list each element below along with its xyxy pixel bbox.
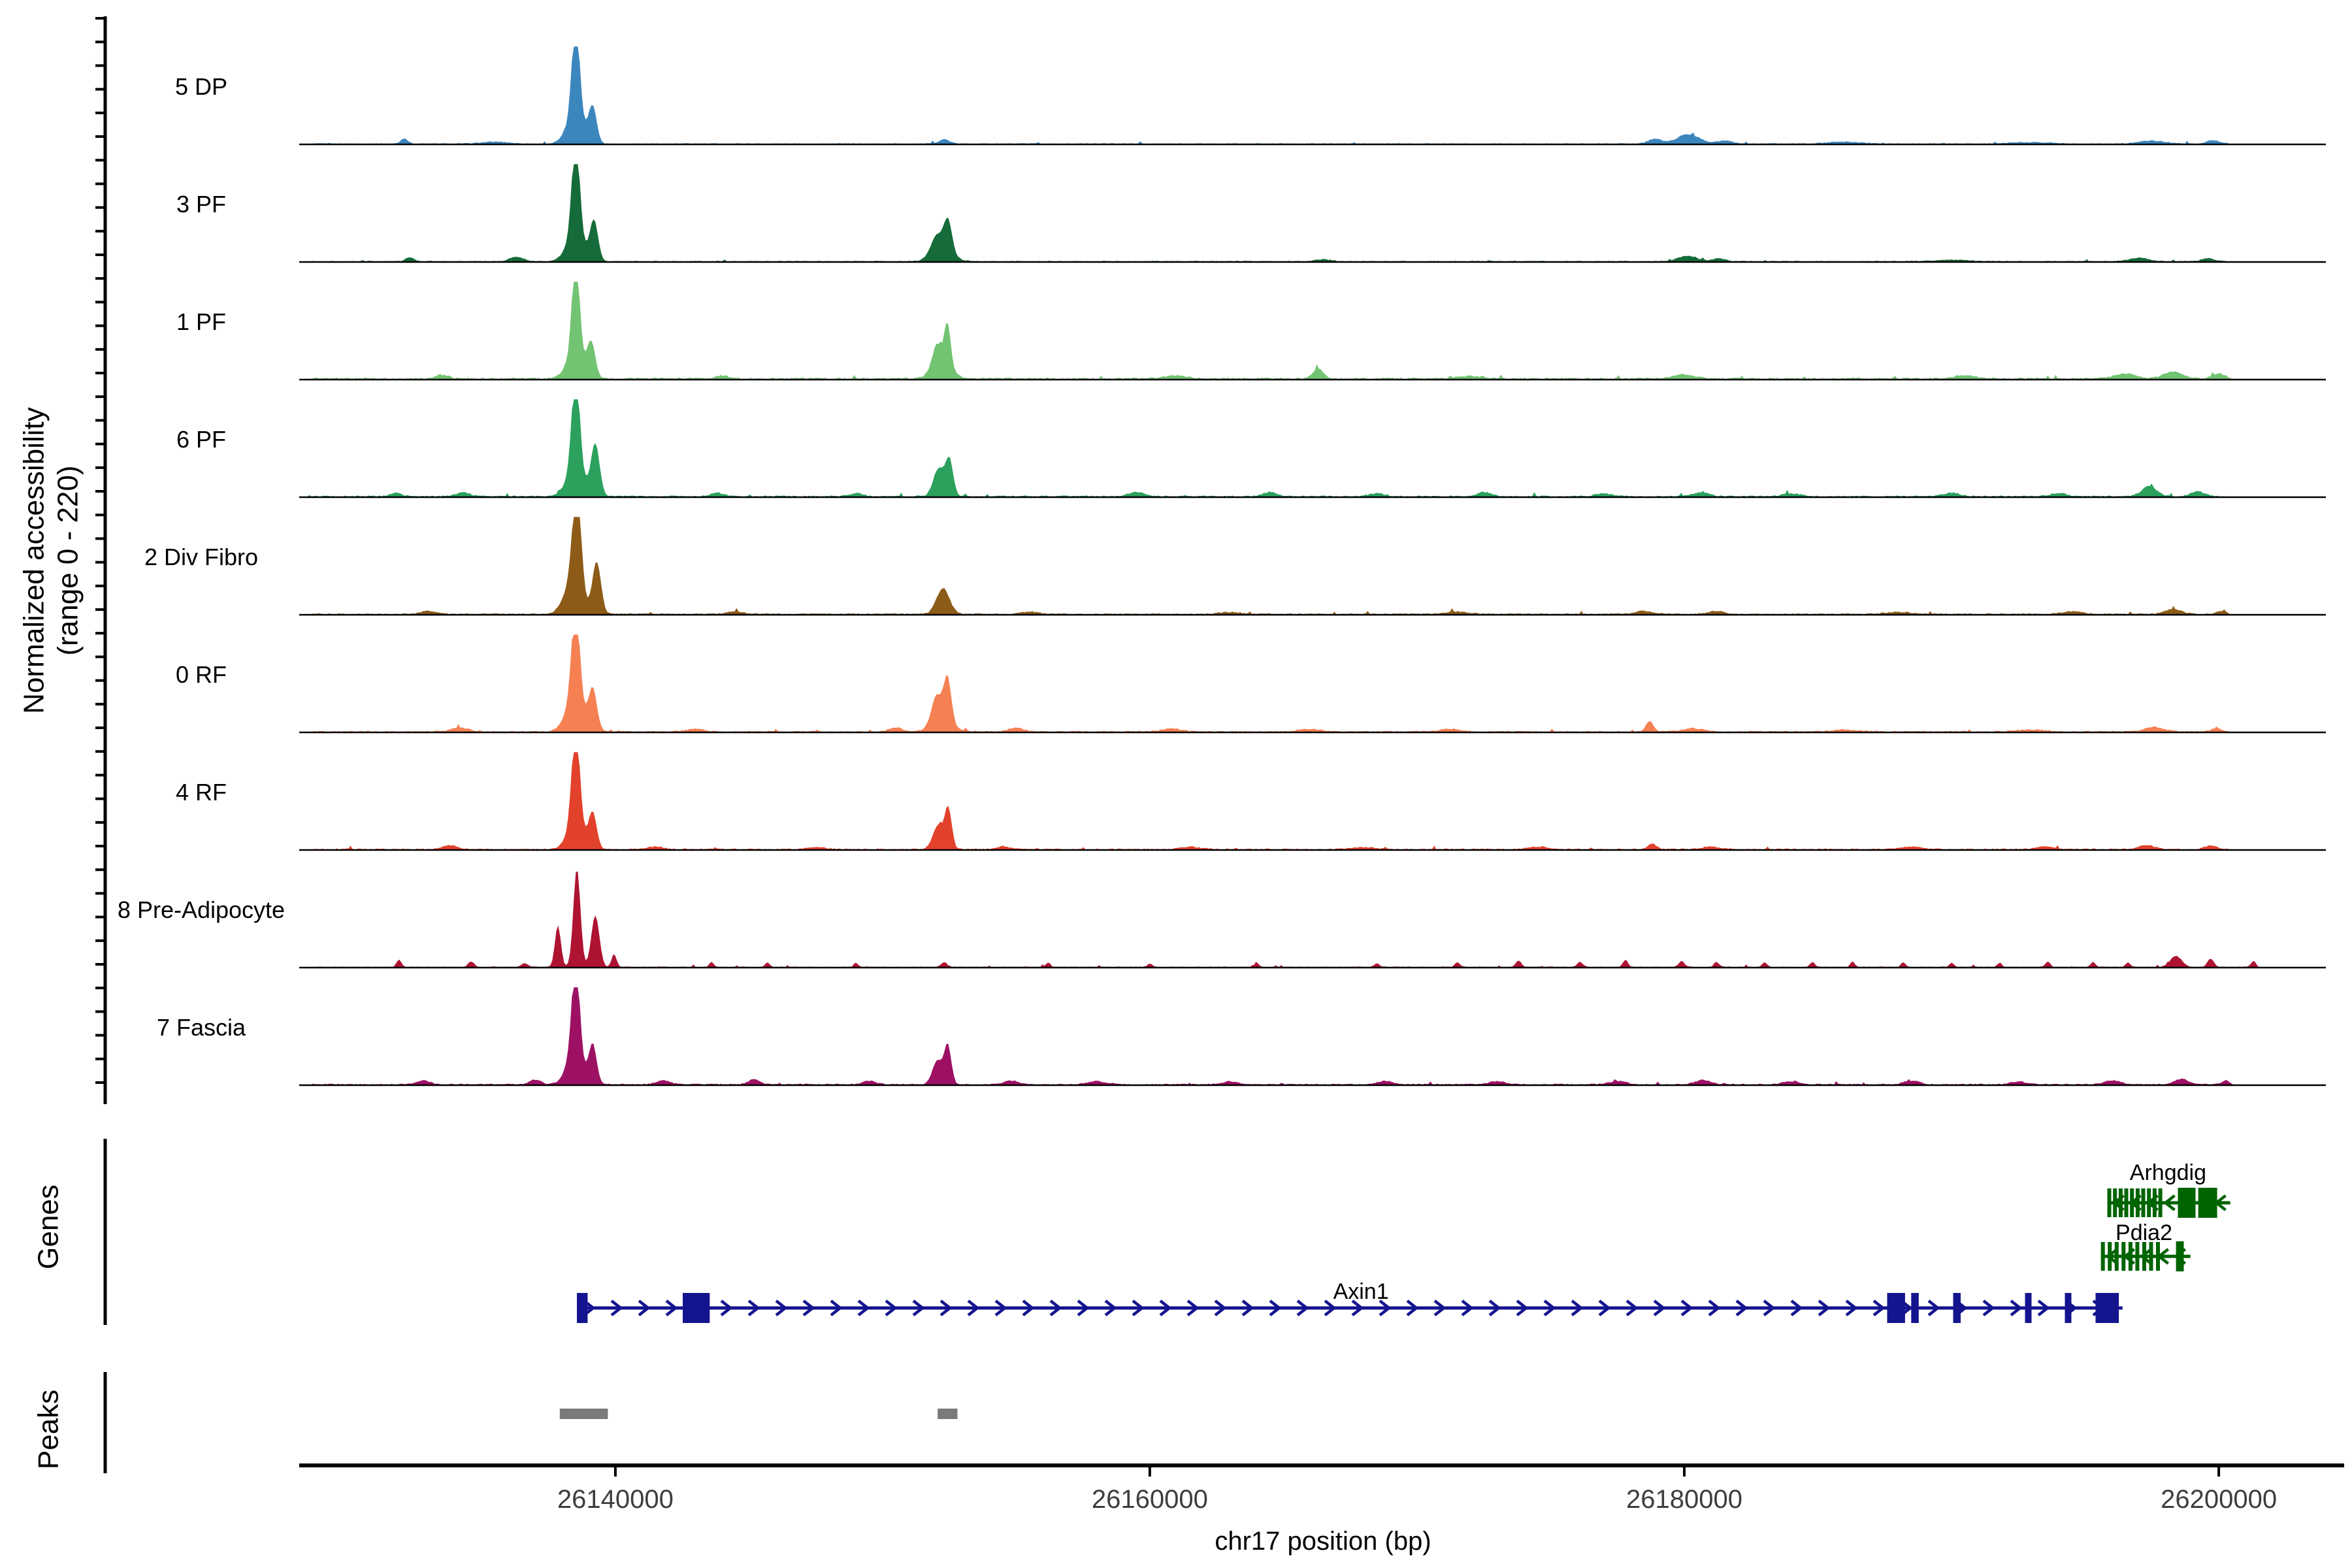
x-axis-tick-label: 26140000 [557,1485,674,1514]
gene-label: Arhgdig [2130,1160,2206,1185]
gene-exon-bar [2156,1242,2160,1271]
y-axis-title-line1: Normalized accessibility [18,407,50,713]
genes-group: Arhgdig Pdia2 Axin1 [577,1160,2230,1323]
peak-region-box [938,1409,958,1419]
genes-section-label: Genes [33,1184,65,1269]
coverage-plot: 5 DP 3 PF 1 PF 6 PF 2 Div Fibro 0 RF 4 RF 8 Pre… [18,16,2344,1556]
gene-exon-box [1887,1293,1905,1323]
gene-exon-bar [2135,1188,2140,1217]
gene-exon-box [2095,1293,2119,1323]
gene-model-axin1: Axin1 [577,1279,2123,1323]
gene-exon-box [2176,1241,2184,1271]
gene-exon-bar [2149,1242,2153,1271]
track-label: 1 PF [176,308,226,335]
gene-exon-bar [2128,1242,2132,1271]
gene-exon-box [2065,1293,2072,1323]
x-axis-group: 26140000 26160000 26180000 26200000 [299,1463,2344,1514]
gene-exon-bar [2113,1188,2117,1217]
tracks-group: 5 DP 3 PF 1 PF 6 PF 2 Div Fibro 0 RF 4 RF 8 Pre… [118,46,2326,1086]
track-label: 2 Div Fibro [144,544,258,570]
track-signal-area [305,517,2235,615]
gene-exon-bar [2124,1188,2129,1217]
gene-model-pdia2: Pdia2 [2100,1220,2191,1271]
gene-exon-bar [2100,1242,2105,1271]
track-label: 5 DP [175,73,227,100]
track-label: 7 Fascia [157,1014,246,1041]
peak-region-box [559,1409,608,1419]
gene-exon-box [683,1293,710,1323]
track-signal-area [305,752,2235,850]
x-axis-tick-label: 26200000 [2161,1485,2277,1514]
x-axis-tick-label: 26160000 [1092,1485,1208,1514]
track-label: 3 PF [176,191,226,218]
track-signal-area [305,871,2264,968]
track-signal-area [305,399,2235,497]
y-axis-group [95,16,107,1473]
gene-exon-bar [2108,1242,2112,1271]
gene-exon-bar [2135,1242,2140,1271]
gene-exon-bar [2107,1188,2112,1217]
track-signal-area [305,282,2235,380]
gene-exon-box [2025,1293,2032,1323]
gene-exon-bar [2147,1188,2151,1217]
track-signal-area [305,164,2235,262]
gene-exon-bar [2152,1188,2157,1217]
gene-exon-bar [2141,1188,2146,1217]
track-label: 4 RF [176,779,227,806]
peaks-group [559,1409,958,1419]
gene-exon-bar [2130,1188,2134,1217]
gene-exon-bar [2114,1242,2119,1271]
gene-exon-box [1911,1293,1919,1323]
gene-exon-bar [2142,1242,2146,1271]
track-signal-area [305,634,2235,732]
y-axis-title-line2: (range 0 - 220) [52,465,84,655]
x-axis-title: chr17 position (bp) [1215,1527,1431,1556]
gene-exon-box [1953,1293,1961,1323]
track-signal-area [305,987,2235,1085]
gene-label: Axin1 [1333,1279,1389,1304]
gene-exon-bar [2121,1242,2126,1271]
track-label: 6 PF [176,426,226,453]
gene-exon-box [577,1293,588,1323]
gene-exon-box [2178,1188,2196,1218]
gene-exon-box [2198,1188,2217,1218]
gene-label: Pdia2 [2115,1220,2172,1245]
gene-model-arhgdig: Arhgdig [2107,1160,2230,1218]
gene-exon-bar [2158,1188,2163,1217]
figure-root: 5 DP 3 PF 1 PF 6 PF 2 Div Fibro 0 RF 4 RF 8 Pre… [0,0,2352,1568]
track-signal-area [305,46,2235,144]
track-label: 0 RF [176,661,227,688]
track-label: 8 Pre-Adipocyte [118,896,285,923]
peaks-section-label: Peaks [33,1390,65,1469]
gene-exon-bar [2118,1188,2123,1217]
x-axis-tick-label: 26180000 [1626,1485,1742,1514]
